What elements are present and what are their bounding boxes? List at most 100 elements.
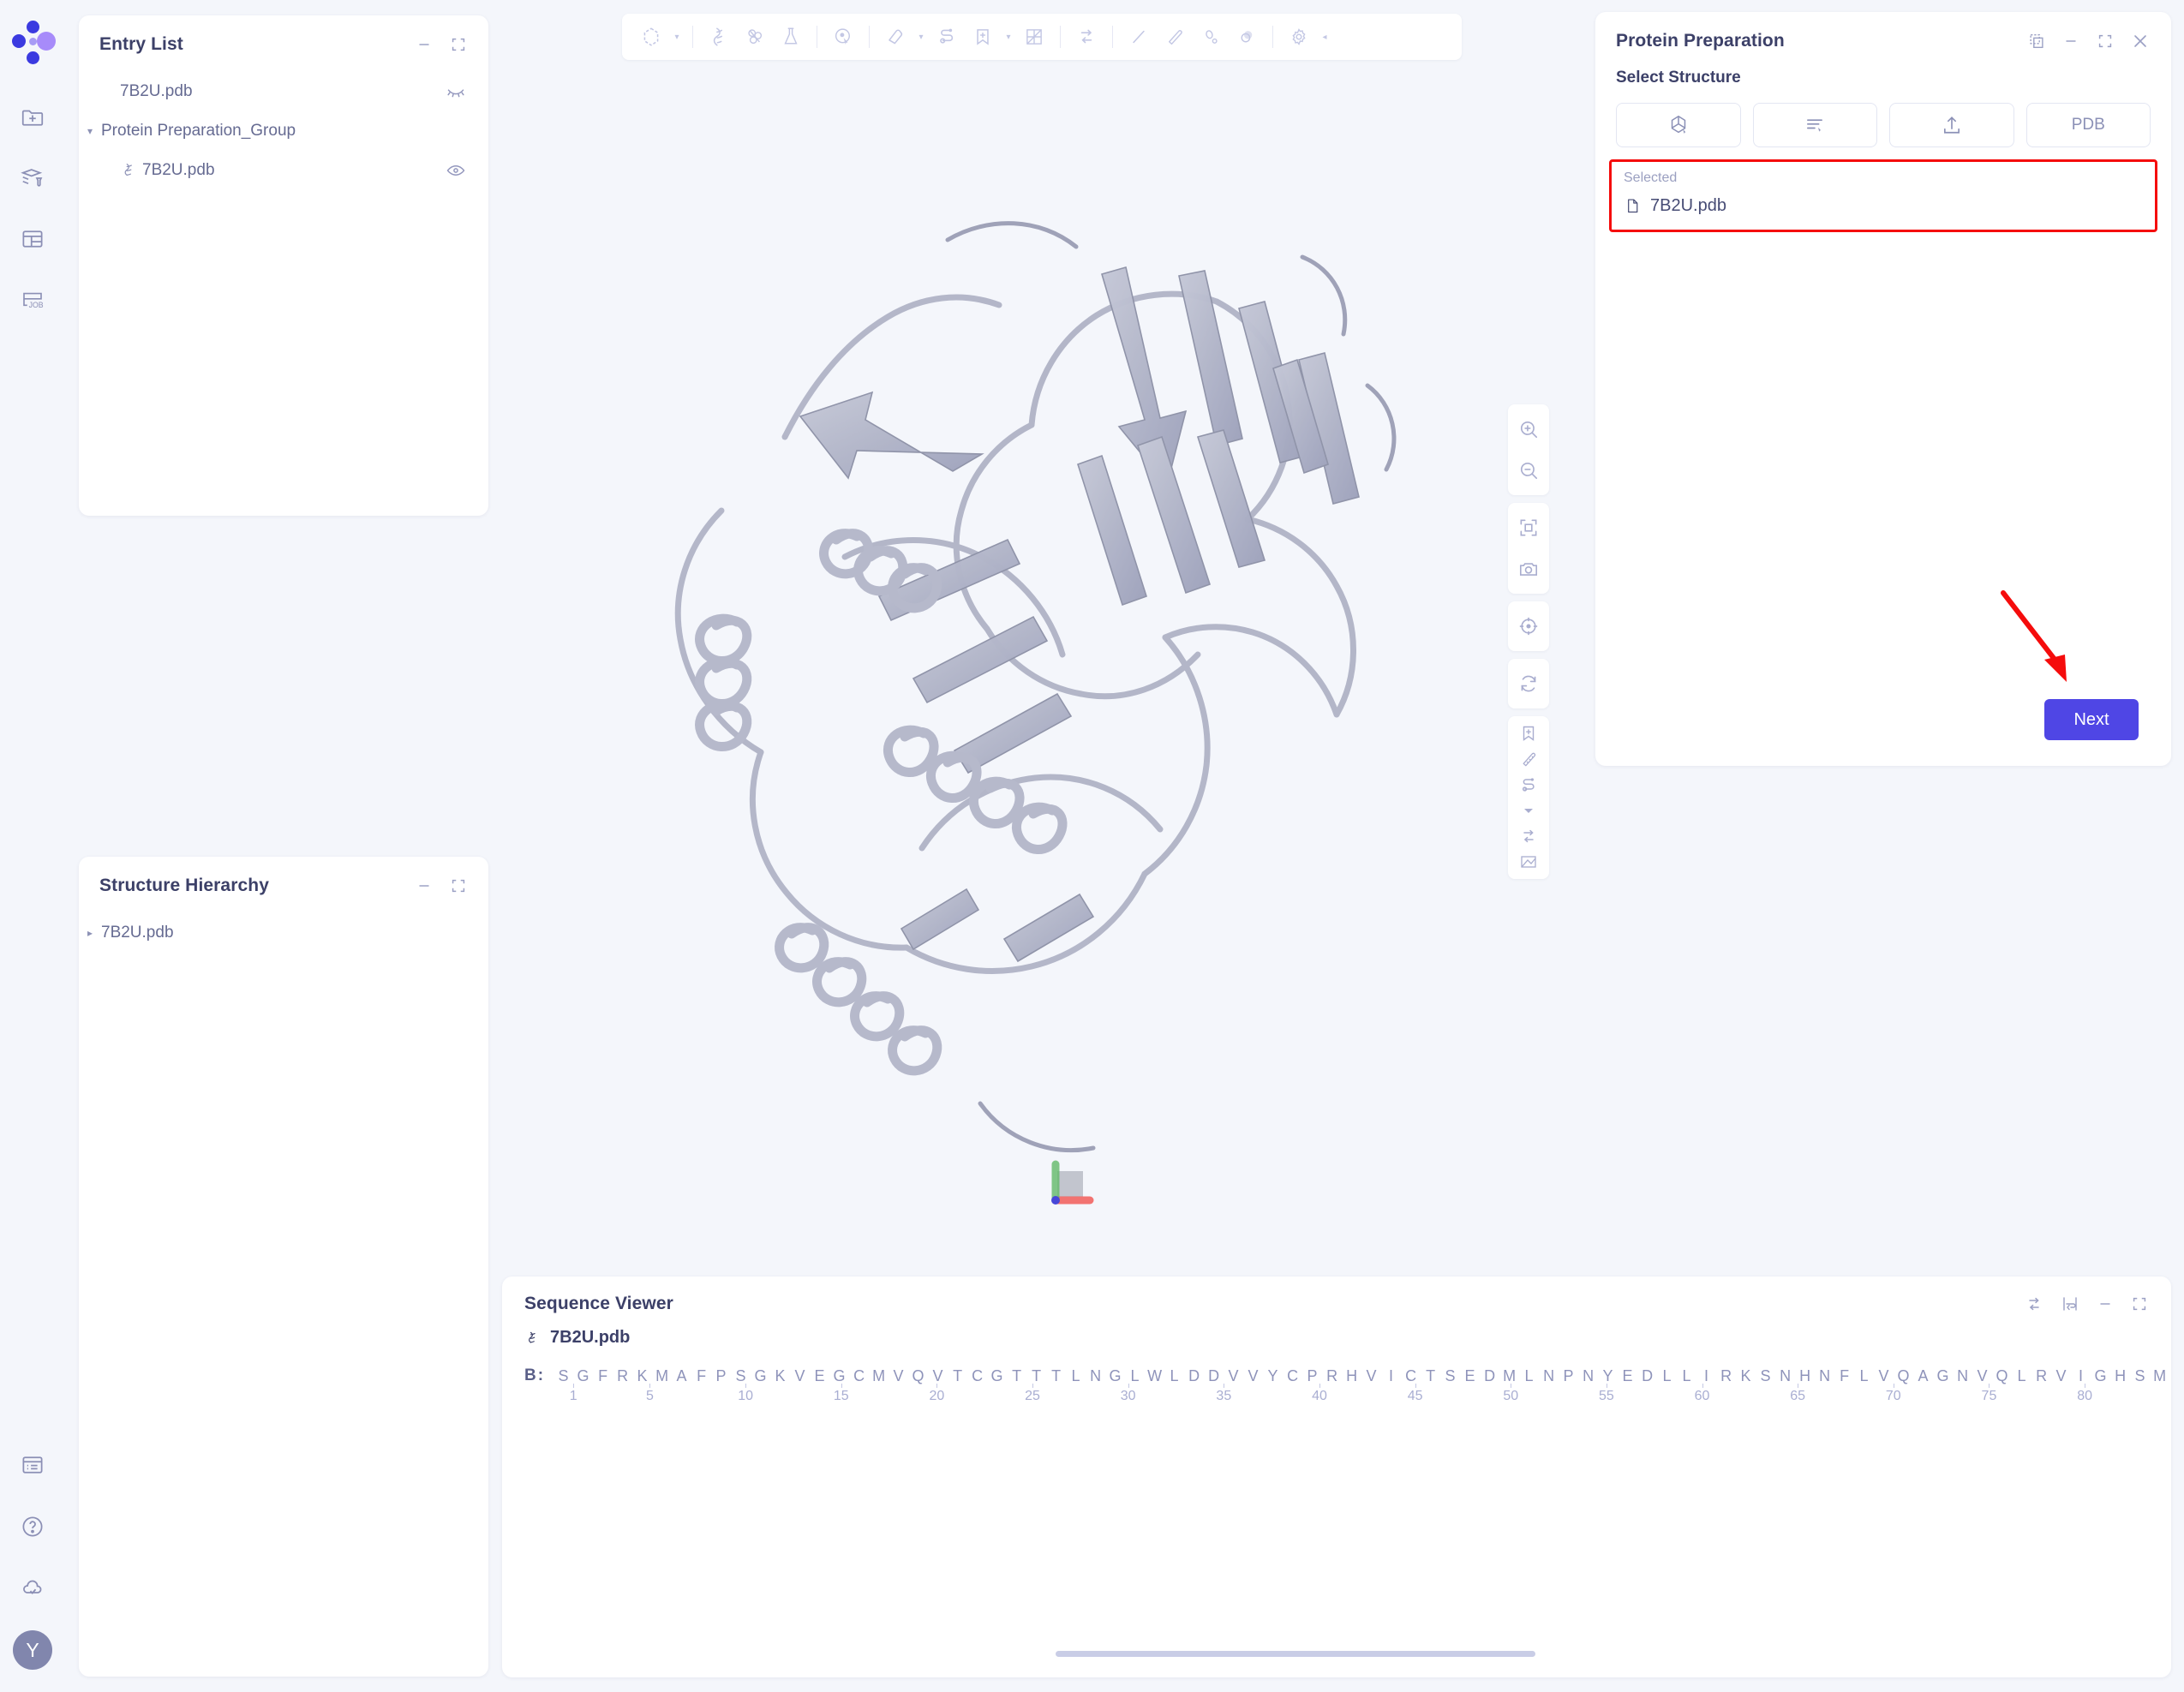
eye-off-icon[interactable] <box>446 81 466 102</box>
chevron-down-icon[interactable]: ▾ <box>1002 33 1015 42</box>
residue[interactable]: G <box>2091 1367 2110 1385</box>
residue[interactable]: Q <box>908 1367 928 1385</box>
ruler-tool-icon[interactable] <box>1158 20 1192 54</box>
eye-icon[interactable] <box>446 160 466 181</box>
residue[interactable]: K <box>632 1367 652 1385</box>
reset-rotation-icon[interactable] <box>1508 663 1549 704</box>
residue[interactable]: C <box>1401 1367 1421 1385</box>
minimize-icon[interactable] <box>2096 1294 2115 1313</box>
camera-snapshot-icon[interactable] <box>1508 548 1549 589</box>
residue[interactable]: E <box>810 1367 829 1385</box>
residue[interactable]: C <box>849 1367 869 1385</box>
residue[interactable]: L <box>1066 1367 1086 1385</box>
residue[interactable]: L <box>1164 1367 1184 1385</box>
sequence-track[interactable]: B: SGFRKMAFPSGKVEGCMVQVTCGTTTLNGLWLDDVVY… <box>502 1348 2171 1442</box>
residue[interactable]: M <box>2150 1367 2169 1385</box>
zoom-out-icon[interactable] <box>1508 450 1549 491</box>
list-item[interactable]: ▸ 7B2U.pdb <box>79 72 488 111</box>
residue[interactable]: Q <box>1992 1367 2012 1385</box>
from-workspace-button[interactable] <box>1616 103 1741 147</box>
residue[interactable]: F <box>1834 1367 1854 1385</box>
residue[interactable]: I <box>1381 1367 1401 1385</box>
residue[interactable]: H <box>1795 1367 1815 1385</box>
help-icon[interactable] <box>13 1507 52 1546</box>
residue[interactable]: D <box>1204 1367 1224 1385</box>
swap-arrows-icon[interactable] <box>2024 1294 2044 1314</box>
residue[interactable]: M <box>869 1367 889 1385</box>
residue[interactable]: V <box>1361 1367 1381 1385</box>
close-icon[interactable] <box>2130 31 2151 51</box>
residue[interactable]: D <box>1184 1367 1204 1385</box>
residue[interactable]: M <box>1499 1367 1519 1385</box>
residue[interactable]: N <box>1775 1367 1795 1385</box>
bookmark-add-icon[interactable] <box>1508 720 1549 746</box>
next-button[interactable]: Next <box>2044 699 2139 740</box>
residue[interactable]: L <box>1125 1367 1145 1385</box>
residue[interactable]: R <box>1322 1367 1342 1385</box>
residue[interactable]: Q <box>1894 1367 1913 1385</box>
residue[interactable]: C <box>967 1367 987 1385</box>
residue[interactable]: R <box>1716 1367 1736 1385</box>
residue[interactable]: T <box>948 1367 967 1385</box>
notes-icon[interactable] <box>13 1445 52 1485</box>
residue[interactable]: K <box>770 1367 790 1385</box>
list-item-group[interactable]: ▾ Protein Preparation_Group <box>79 111 488 151</box>
residue[interactable]: V <box>928 1367 948 1385</box>
measure-ruler-icon[interactable] <box>1508 746 1549 772</box>
residue[interactable]: A <box>1913 1367 1933 1385</box>
list-item[interactable]: 7B2U.pdb <box>79 151 488 190</box>
residue[interactable]: N <box>1086 1367 1105 1385</box>
minimize-icon[interactable] <box>415 35 434 54</box>
residue[interactable]: N <box>1539 1367 1559 1385</box>
residue[interactable]: Y <box>1263 1367 1283 1385</box>
residue[interactable]: D <box>1637 1367 1657 1385</box>
residue[interactable]: H <box>1342 1367 1361 1385</box>
residue[interactable]: T <box>1421 1367 1440 1385</box>
residue[interactable]: L <box>2012 1367 2031 1385</box>
line-tool-icon[interactable] <box>1122 20 1156 54</box>
residue[interactable]: L <box>1854 1367 1874 1385</box>
sequence-scrollbar[interactable] <box>1056 1651 1535 1657</box>
maximize-icon[interactable] <box>2096 32 2115 51</box>
surface-representation-icon[interactable] <box>738 20 772 54</box>
bookmark-add-icon[interactable] <box>966 20 1000 54</box>
residue[interactable]: I <box>2071 1367 2091 1385</box>
residue[interactable]: I <box>1696 1367 1716 1385</box>
pdb-button[interactable]: PDB <box>2025 103 2151 147</box>
residue[interactable]: G <box>829 1367 849 1385</box>
link-path-icon[interactable] <box>930 20 964 54</box>
swap-arrows-icon[interactable] <box>1508 823 1549 849</box>
new-project-icon[interactable] <box>13 98 52 137</box>
list-item[interactable]: ▸ 7B2U.pdb <box>79 913 488 953</box>
residue[interactable]: R <box>613 1367 632 1385</box>
residue[interactable]: P <box>1302 1367 1322 1385</box>
from-list-button[interactable] <box>1752 103 1877 147</box>
residue[interactable]: S <box>1756 1367 1775 1385</box>
residue[interactable]: G <box>1933 1367 1953 1385</box>
upload-button[interactable] <box>1889 103 2014 147</box>
swap-arrows-icon[interactable] <box>1069 20 1104 54</box>
residue[interactable]: V <box>1224 1367 1243 1385</box>
residue[interactable]: T <box>1007 1367 1026 1385</box>
residue[interactable]: R <box>2031 1367 2051 1385</box>
residue[interactable]: V <box>889 1367 908 1385</box>
residue[interactable]: V <box>1243 1367 1263 1385</box>
chevron-down-icon[interactable]: ▾ <box>670 33 684 42</box>
center-target-icon[interactable] <box>1508 606 1549 647</box>
selected-file-row[interactable]: 7B2U.pdb <box>1624 196 2143 216</box>
dropdown-caret-icon[interactable] <box>1508 798 1549 823</box>
residue[interactable]: S <box>553 1367 573 1385</box>
cloud-sync-icon[interactable] <box>13 1569 52 1608</box>
chevron-down-icon[interactable]: ▾ <box>914 33 928 42</box>
residue[interactable]: S <box>731 1367 751 1385</box>
residue[interactable]: V <box>2051 1367 2071 1385</box>
sphere-tool-icon[interactable] <box>1230 20 1264 54</box>
map-surface-icon[interactable] <box>1508 849 1549 875</box>
residue[interactable]: F <box>691 1367 711 1385</box>
residue[interactable]: G <box>751 1367 770 1385</box>
residue[interactable]: T <box>1046 1367 1066 1385</box>
molecule-viewport[interactable]: ▾ ▾ ▾ ◂ <box>502 0 1590 1268</box>
residue[interactable]: H <box>2110 1367 2130 1385</box>
workflow-library-icon[interactable] <box>13 158 52 198</box>
residue[interactable]: D <box>1480 1367 1499 1385</box>
